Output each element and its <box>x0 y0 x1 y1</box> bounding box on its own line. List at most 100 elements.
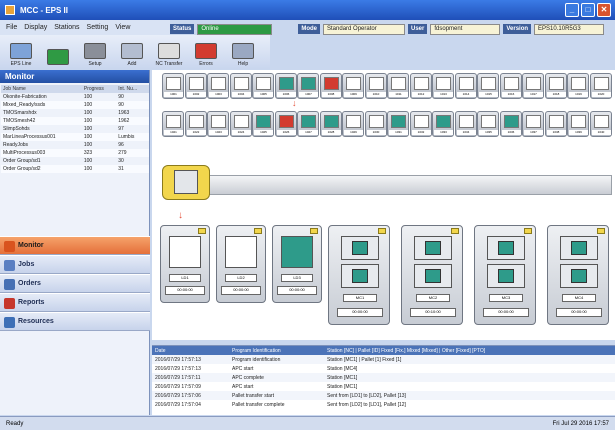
table-row[interactable]: Order Group/sd1 100 30 <box>1 157 149 165</box>
toolbar-button[interactable]: Errors <box>189 37 223 67</box>
col-job-name[interactable]: Job Name <box>1 85 82 93</box>
log-col-detail[interactable]: Station [NC] | Pallet [ID] Fixed [Fix.] … <box>327 348 615 354</box>
pallet-slot[interactable]: 1007 <box>297 73 319 99</box>
pallet-slot[interactable]: 1040 <box>589 111 612 137</box>
pallet-slot[interactable]: 1039 <box>567 111 589 137</box>
table-row[interactable]: Mixed_Ready/ssds 100 90 <box>1 101 149 109</box>
machine-station[interactable]: MC3 00:00:00 <box>474 225 536 325</box>
nav-monitor[interactable]: Monitor <box>0 236 150 255</box>
pallet-slot[interactable]: 1018 <box>544 73 567 99</box>
pallet-slot[interactable]: 1031 <box>387 111 409 137</box>
log-row[interactable]: 2016/07/29 17:57:11 APC complete Station [… <box>152 373 615 382</box>
log-row[interactable]: 2016/07/29 17:57:06 Pallet transfer start… <box>152 391 615 400</box>
pallet-slot[interactable]: 1014 <box>454 73 477 99</box>
load-station[interactable]: LD1 00:00:00 <box>160 225 210 303</box>
machine-station[interactable]: MC1 00:00:00 <box>328 225 390 325</box>
menu-stations[interactable]: Stations <box>54 24 79 31</box>
pallet-slot[interactable]: 1001 <box>162 73 184 99</box>
pallet-icon <box>503 77 519 90</box>
pallet-slot[interactable]: 1027 <box>297 111 319 137</box>
pallet-slot[interactable]: 1002 <box>184 73 207 99</box>
slot-label: 1018 <box>546 92 566 97</box>
log-col-program[interactable]: Program Identification <box>232 348 327 354</box>
col-int-num[interactable]: Int. Nu... <box>116 85 149 93</box>
table-row[interactable]: TMOSmesh42 100 1962 <box>1 117 149 125</box>
pallet-slot[interactable]: 1025 <box>252 111 274 137</box>
pallet-slot[interactable]: 1006 <box>274 73 297 99</box>
log-row[interactable]: 2016/07/29 17:57:09 APC start Station [MC1… <box>152 382 615 391</box>
pallet-slot[interactable]: 1032 <box>409 111 432 137</box>
pallet-slot[interactable]: 1012 <box>409 73 432 99</box>
pallet-slot[interactable]: 1019 <box>567 73 589 99</box>
toolbar-icon <box>84 43 106 59</box>
pallet-slot[interactable]: 1030 <box>364 111 387 137</box>
maximize-button[interactable]: □ <box>581 3 595 17</box>
menu-view[interactable]: View <box>115 24 130 31</box>
machine-station[interactable]: MC2 00:10:00 <box>401 225 463 325</box>
nav-orders[interactable]: Orders <box>0 274 150 293</box>
machine-station[interactable]: MC4 00:00:00 <box>547 225 609 325</box>
menu-file[interactable]: File <box>6 24 17 31</box>
menu-setting[interactable]: Setting <box>87 24 109 31</box>
pallet-slot[interactable]: 1011 <box>387 73 409 99</box>
table-row[interactable]: SlimpSohds 100 97 <box>1 125 149 133</box>
pallet-slot[interactable]: 1008 <box>319 73 342 99</box>
pallet-slot[interactable]: 1034 <box>454 111 477 137</box>
toolbar-button[interactable]: Help <box>226 37 260 67</box>
pallet-slot[interactable]: 1005 <box>252 73 274 99</box>
pallet-slot[interactable]: 1004 <box>229 73 252 99</box>
close-button[interactable]: ✕ <box>597 3 611 17</box>
pallet-slot[interactable]: 1038 <box>544 111 567 137</box>
toolbar-button[interactable]: Add <box>115 37 149 67</box>
pallet-slot[interactable]: 1016 <box>499 73 522 99</box>
table-row[interactable]: MultiProcessus003 323 279 <box>1 149 149 157</box>
table-row[interactable]: TMOSmarshdx 100 1963 <box>1 109 149 117</box>
transfer-crane[interactable] <box>162 165 210 200</box>
pallet-slot[interactable]: 1028 <box>319 111 342 137</box>
toolbar-button[interactable]: Setup <box>78 37 112 67</box>
pallet-slot[interactable]: 1020 <box>589 73 612 99</box>
log-row[interactable]: 2016/07/29 17:57:13 APC start Station [MC4… <box>152 364 615 373</box>
slot-label: 1004 <box>231 92 251 97</box>
pallet-slot[interactable]: 1026 <box>274 111 297 137</box>
pallet-slot[interactable]: 1035 <box>477 111 499 137</box>
resources-icon <box>4 317 15 328</box>
pallet-slot[interactable]: 1029 <box>342 111 364 137</box>
table-row[interactable]: Order Group/sd2 100 31 <box>1 165 149 173</box>
nav-jobs[interactable]: Jobs <box>0 255 150 274</box>
menu-display[interactable]: Display <box>24 24 47 31</box>
log-col-date[interactable]: Date <box>152 348 232 354</box>
pallet-slot[interactable]: 1022 <box>184 111 207 137</box>
log-row[interactable]: 2016/07/29 17:57:13 Program identificatio… <box>152 355 615 364</box>
minimize-button[interactable]: _ <box>565 3 579 17</box>
pallet-slot[interactable]: 1023 <box>207 111 229 137</box>
pallet-slot[interactable]: 1013 <box>432 73 454 99</box>
toolbar-button[interactable]: EPS Line <box>4 37 38 67</box>
load-station[interactable]: LD2 00:00:00 <box>216 225 266 303</box>
pallet-slot[interactable]: 1021 <box>162 111 184 137</box>
station-name: LD3 <box>281 274 313 282</box>
table-row[interactable]: MarLineaProcessus001 100 Lumbis <box>1 133 149 141</box>
slot-label: 1029 <box>344 130 363 135</box>
pallet-icon <box>503 115 519 128</box>
pallet-slot[interactable]: 1036 <box>499 111 522 137</box>
col-progress[interactable]: Progress <box>81 85 117 93</box>
load-station[interactable]: LD3 00:00:00 <box>272 225 322 303</box>
pallet-icon <box>391 115 406 128</box>
station-timer: 00:00:00 <box>165 286 205 295</box>
table-row[interactable]: Okonite-Fabrication 100 90 <box>1 93 149 101</box>
pallet-slot[interactable]: 1033 <box>432 111 454 137</box>
pallet-slot[interactable]: 1024 <box>229 111 252 137</box>
log-row[interactable]: 2016/07/29 17:57:04 Pallet transfer compl… <box>152 400 615 409</box>
pallet-slot[interactable]: 1010 <box>364 73 387 99</box>
pallet-slot[interactable]: 1037 <box>522 111 544 137</box>
nav-reports[interactable]: Reports <box>0 293 150 312</box>
nav-resources[interactable]: Resources <box>0 312 150 331</box>
table-row[interactable]: ReadyJobs 100 96 <box>1 141 149 149</box>
toolbar-button[interactable] <box>41 37 75 67</box>
pallet-slot[interactable]: 1009 <box>342 73 364 99</box>
pallet-slot[interactable]: 1017 <box>522 73 544 99</box>
pallet-slot[interactable]: 1003 <box>207 73 229 99</box>
pallet-slot[interactable]: 1015 <box>477 73 499 99</box>
toolbar-button[interactable]: NC Transfer <box>152 37 186 67</box>
